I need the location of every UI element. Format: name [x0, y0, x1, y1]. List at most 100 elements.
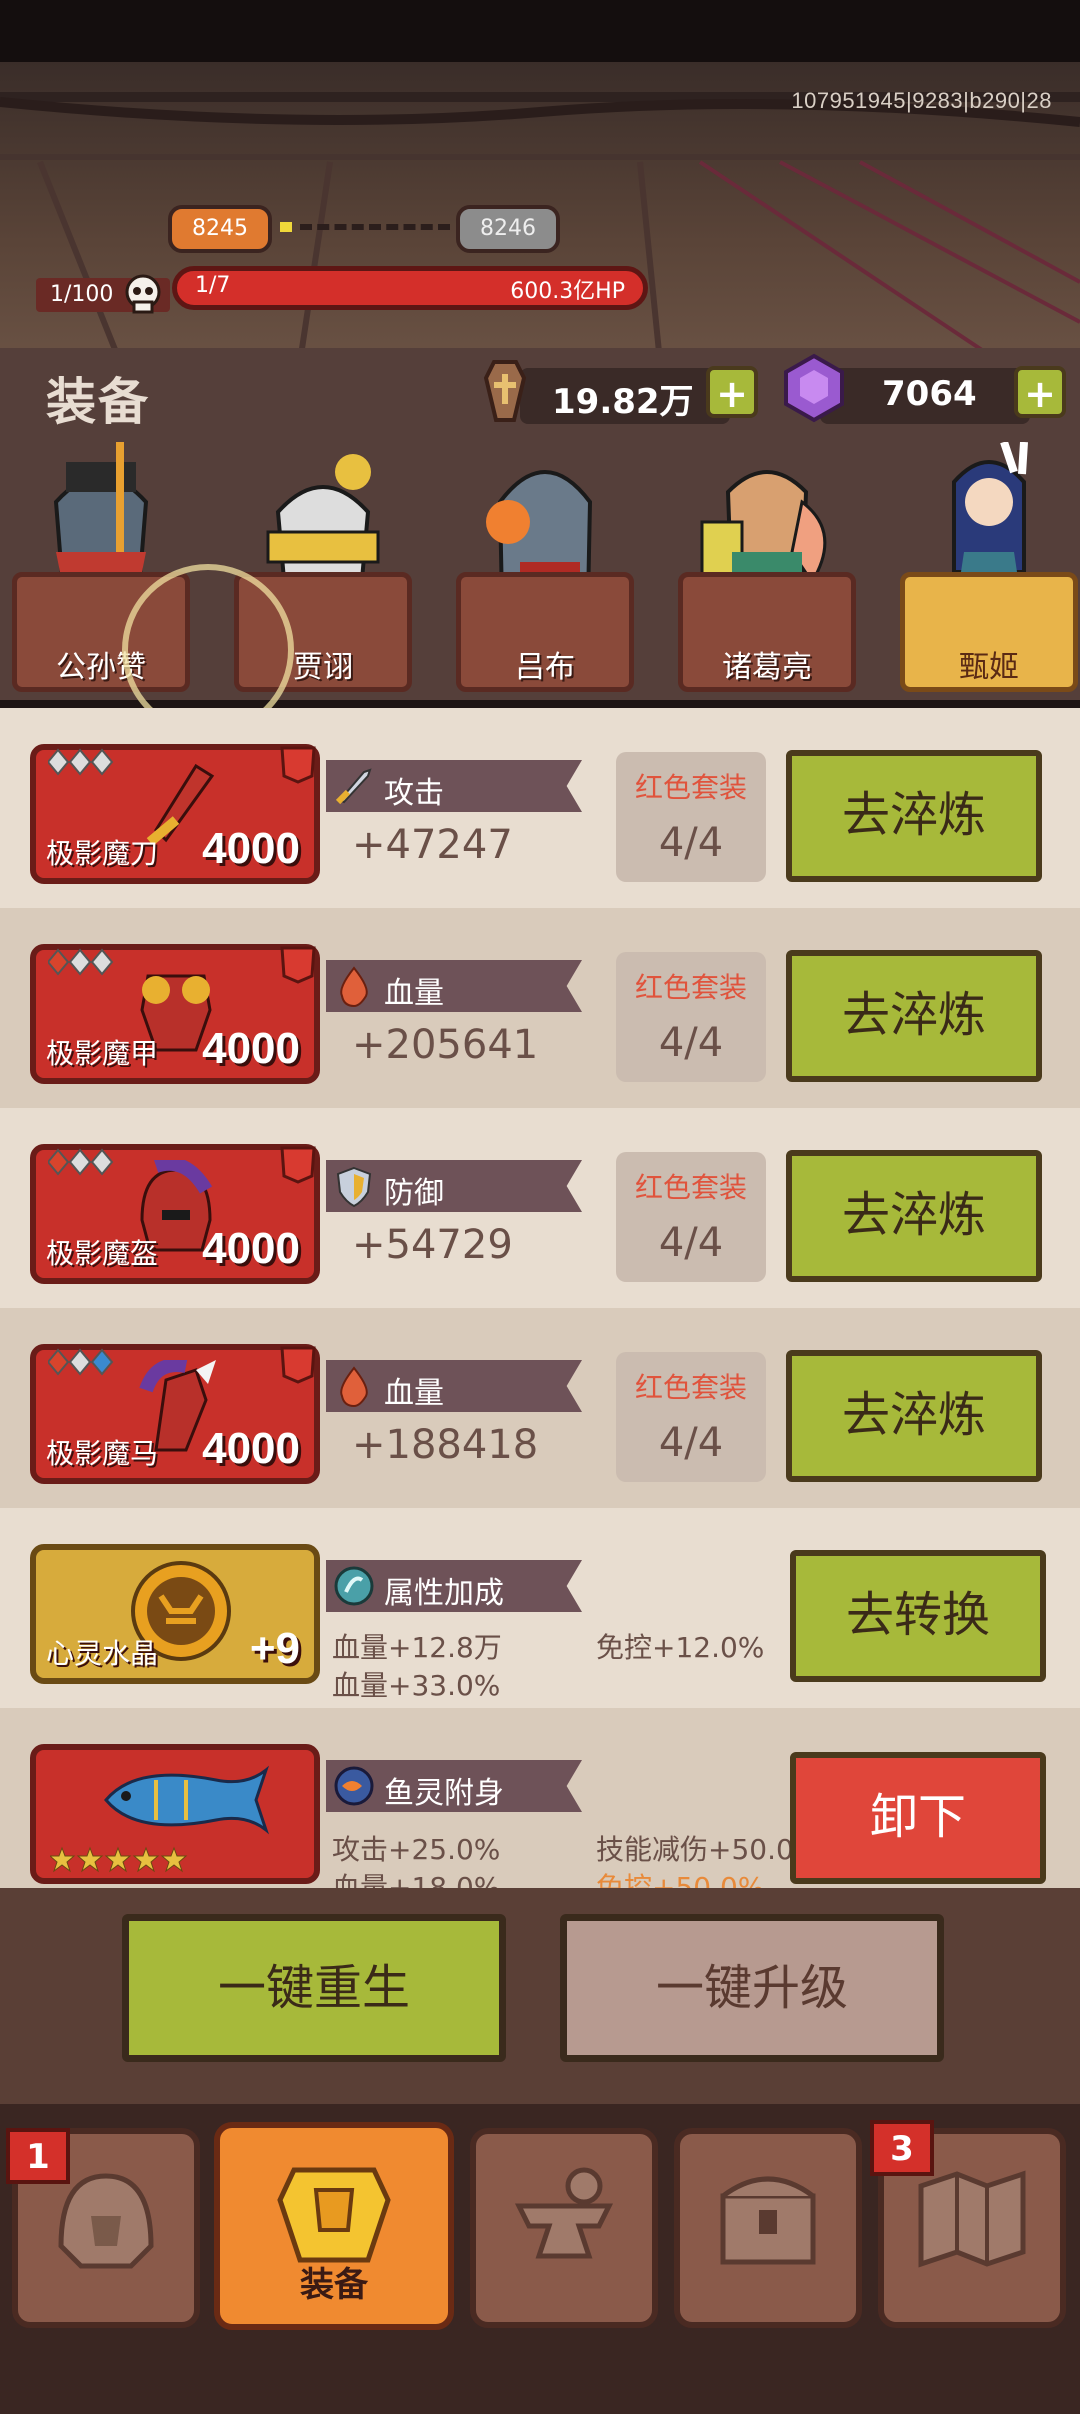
arowana-icon	[104, 1765, 270, 1835]
equipment-slot[interactable]: 极影魔盔 4000	[30, 1144, 320, 1284]
stat-value: +47247	[352, 822, 513, 868]
hero-card-zhugeliang[interactable]: 诸葛亮	[678, 442, 856, 692]
armor-badge-icon	[280, 1346, 316, 1384]
gem-value: 7064	[882, 374, 977, 414]
stat-label: 防御	[384, 1176, 444, 1211]
convert-button[interactable]: 去转换	[790, 1550, 1046, 1682]
equipment-row: 极影魔马 4000 血量 +188418 红色套装 4/4 去淬炼	[0, 1308, 1080, 1508]
blood-drop-icon	[340, 1366, 368, 1408]
stat-tag: 血量	[326, 1360, 582, 1412]
armor-badge-icon	[280, 946, 316, 984]
equipment-level: 4000	[202, 1024, 300, 1073]
hero-card-zhenji[interactable]: 甄姬	[900, 442, 1080, 692]
tab-forge[interactable]	[470, 2128, 658, 2328]
anvil-icon	[514, 2167, 614, 2259]
set-count: 4/4	[658, 820, 724, 866]
crystal-stat: 血量+12.8万	[332, 1631, 502, 1664]
fish-row: 鱼灵附身 攻击+25.0% 血量+18.0% 技能减伤+50.0 免控+50.0…	[0, 1708, 1080, 1888]
add-gem-button[interactable]: +	[1014, 366, 1066, 418]
crystal-stat: 血量+33.0%	[332, 1669, 501, 1702]
boss-hp-bar: 1/7 600.3亿HP	[172, 266, 648, 310]
armor-badge-icon	[280, 1146, 316, 1184]
equipment-slot[interactable]: 极影魔甲 4000	[30, 944, 320, 1084]
set-label: 红色套装	[634, 971, 747, 1004]
equipment-list[interactable]: 极影魔刀 4000 攻击 +47247 红色套装 4/4 去淬炼 极影魔甲 40…	[0, 708, 1080, 1888]
fish-side-stat: 免控+50.0%	[596, 1871, 765, 1888]
hp-value: 600.3亿HP	[510, 279, 625, 304]
stat-value: +188418	[352, 1422, 539, 1468]
page-title: 装备	[46, 373, 150, 431]
status-bar	[0, 0, 1080, 62]
fish-spirit-icon	[334, 1766, 374, 1806]
refine-button[interactable]: 去淬炼	[786, 750, 1042, 882]
purple-gem-icon	[784, 353, 844, 423]
fish-side-stat: 技能减伤+50.0	[596, 1833, 794, 1866]
skull-icon	[125, 274, 161, 314]
tab-equipment[interactable]: 装备	[214, 2122, 454, 2330]
stat-label: 鱼灵附身	[384, 1776, 504, 1811]
unequip-button[interactable]: 卸下	[790, 1752, 1046, 1884]
shield-icon	[336, 1166, 372, 1208]
add-gold-button[interactable]: +	[706, 366, 758, 418]
equipment-row: 极影魔甲 4000 血量 +205641 红色套装 4/4 去淬炼	[0, 908, 1080, 1108]
refine-gems-icon	[48, 948, 114, 976]
fish-stat: 攻击+25.0%	[332, 1833, 501, 1866]
equipment-slot[interactable]: 极影魔马 4000	[30, 1344, 320, 1484]
stat-tag: 血量	[326, 960, 582, 1012]
wave-counter: 1/7	[195, 273, 231, 298]
tab-badge: 3	[870, 2120, 934, 2176]
refine-button[interactable]: 去淬炼	[786, 1350, 1042, 1482]
set-count: 4/4	[658, 1420, 724, 1466]
hero-name: 诸葛亮	[722, 650, 812, 685]
set-count: 4/4	[658, 1220, 724, 1266]
tab-chest[interactable]	[674, 2128, 862, 2328]
stat-value: +205641	[352, 1022, 539, 1068]
refine-button[interactable]: 去淬炼	[786, 950, 1042, 1082]
crystal-name: 心灵水晶	[46, 1637, 159, 1670]
one-click-rebirth-button[interactable]: 一键重生	[122, 1914, 506, 2062]
equipment-row: 极影魔盔 4000 防御 +54729 红色套装 4/4 去淬炼	[0, 1108, 1080, 1308]
set-label: 红色套装	[634, 771, 747, 804]
equipment-level: 4000	[202, 1224, 300, 1273]
set-bonus: 红色套装 4/4	[616, 952, 766, 1082]
set-bonus: 红色套装 4/4	[616, 1152, 766, 1282]
set-count: 4/4	[658, 1020, 724, 1066]
set-label: 红色套装	[634, 1371, 747, 1404]
build-id: 107951945|9283|b290|28	[791, 88, 1052, 113]
sword-icon	[335, 768, 372, 805]
equipment-level: 4000	[202, 1424, 300, 1473]
one-click-upgrade-button[interactable]: 一键升级	[560, 1914, 944, 2062]
stage-progress-dot	[280, 222, 292, 232]
coffin-coin-icon	[483, 360, 527, 422]
set-bonus: 红色套装 4/4	[616, 752, 766, 882]
stat-tag: 防御	[326, 1160, 582, 1212]
refine-button[interactable]: 去淬炼	[786, 1150, 1042, 1282]
set-label: 红色套装	[634, 1171, 747, 1204]
hero-card-lvbu[interactable]: 吕布	[456, 442, 634, 692]
set-bonus: 红色套装 4/4	[616, 1352, 766, 1482]
stat-tag: 属性加成	[326, 1560, 582, 1612]
equipment-name: 极影魔马	[46, 1437, 159, 1470]
fish-stat: 血量+18.0%	[332, 1871, 501, 1888]
stat-label: 属性加成	[384, 1576, 504, 1611]
stat-label: 血量	[384, 976, 444, 1011]
star-rating-icon	[50, 1846, 188, 1873]
tab-badge: 1	[6, 2128, 70, 2184]
fish-slot[interactable]	[30, 1744, 320, 1884]
refine-gems-icon	[48, 748, 114, 776]
stat-label: 攻击	[384, 776, 444, 811]
crystal-side-stat: 免控+12.0%	[596, 1631, 765, 1664]
next-stage: 8246	[456, 205, 560, 253]
current-stage: 8245	[168, 205, 272, 253]
hero-name: 吕布	[515, 650, 575, 685]
armor-badge-icon	[280, 746, 316, 784]
blood-drop-icon	[340, 966, 368, 1008]
tab-label: 装备	[300, 2265, 368, 2305]
equipment-slot[interactable]: 极影魔刀 4000	[30, 744, 320, 884]
crystal-row: 心灵水晶 +9 属性加成 血量+12.8万 血量+33.0% 免控+12.0% …	[0, 1508, 1080, 1708]
refine-gems-icon	[48, 1148, 114, 1176]
crystal-slot[interactable]: 心灵水晶 +9	[30, 1544, 320, 1684]
stat-label: 血量	[384, 1376, 444, 1411]
refine-gems-icon	[48, 1348, 114, 1376]
hero-name: 甄姬	[959, 650, 1019, 685]
